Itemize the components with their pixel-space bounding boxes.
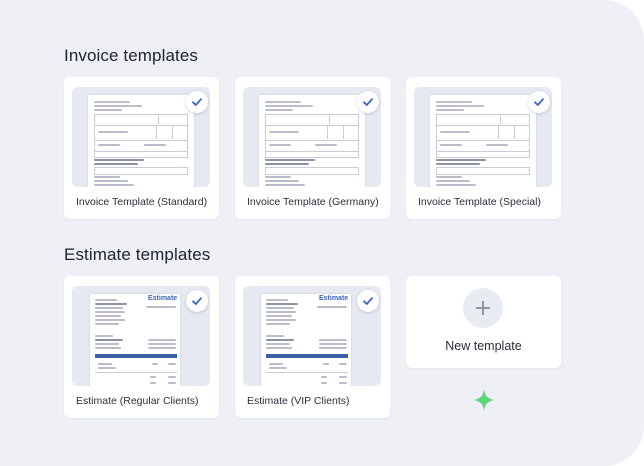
template-preview — [72, 87, 210, 187]
selected-check-badge[interactable] — [528, 91, 550, 113]
check-icon — [363, 98, 373, 106]
template-preview — [243, 87, 381, 187]
template-name: Invoice Template (Special) — [418, 196, 541, 208]
estimate-table-header — [95, 354, 177, 358]
template-name: Invoice Template (Standard) — [76, 196, 208, 208]
estimate-template-card-vip[interactable]: Estimate Estimate (VIP Clients) — [235, 276, 390, 418]
invoice-template-card-special[interactable]: Invoice Template (Special) — [406, 77, 561, 219]
selected-check-badge[interactable] — [357, 91, 379, 113]
template-name: Estimate (Regular Clients) — [76, 395, 199, 407]
templates-panel: Invoice templates Invoice Template (Stan… — [0, 0, 644, 466]
template-preview — [414, 87, 552, 187]
selected-check-badge[interactable] — [186, 91, 208, 113]
check-icon — [534, 98, 544, 106]
selected-check-badge[interactable] — [357, 290, 379, 312]
new-template-label: New template — [445, 339, 522, 353]
plus-icon: + — [463, 288, 503, 328]
estimate-preview-heading: Estimate — [319, 295, 349, 302]
selected-check-badge[interactable] — [186, 290, 208, 312]
estimate-preview-heading: Estimate — [148, 295, 178, 302]
invoice-document-preview — [430, 95, 536, 187]
template-name: Estimate (VIP Clients) — [247, 395, 350, 407]
invoice-document-preview — [259, 95, 365, 187]
invoice-document-preview — [88, 95, 194, 187]
new-template-button[interactable]: + New template — [406, 276, 561, 368]
estimate-table-header — [266, 354, 348, 358]
estimate-document-preview: Estimate — [90, 294, 180, 386]
template-preview: Estimate — [243, 286, 381, 386]
sparkle-icon — [473, 389, 495, 411]
estimate-templates-heading: Estimate templates — [64, 245, 211, 264]
invoice-template-card-standard[interactable]: Invoice Template (Standard) — [64, 77, 219, 219]
template-name: Invoice Template (Germany) — [247, 196, 379, 208]
check-icon — [192, 98, 202, 106]
invoice-template-card-germany[interactable]: Invoice Template (Germany) — [235, 77, 390, 219]
check-icon — [192, 297, 202, 305]
template-preview: Estimate — [72, 286, 210, 386]
estimate-template-card-regular[interactable]: Estimate Estimate (Regular Clients) — [64, 276, 219, 418]
check-icon — [363, 297, 373, 305]
invoice-templates-heading: Invoice templates — [64, 46, 198, 65]
estimate-document-preview: Estimate — [261, 294, 351, 386]
